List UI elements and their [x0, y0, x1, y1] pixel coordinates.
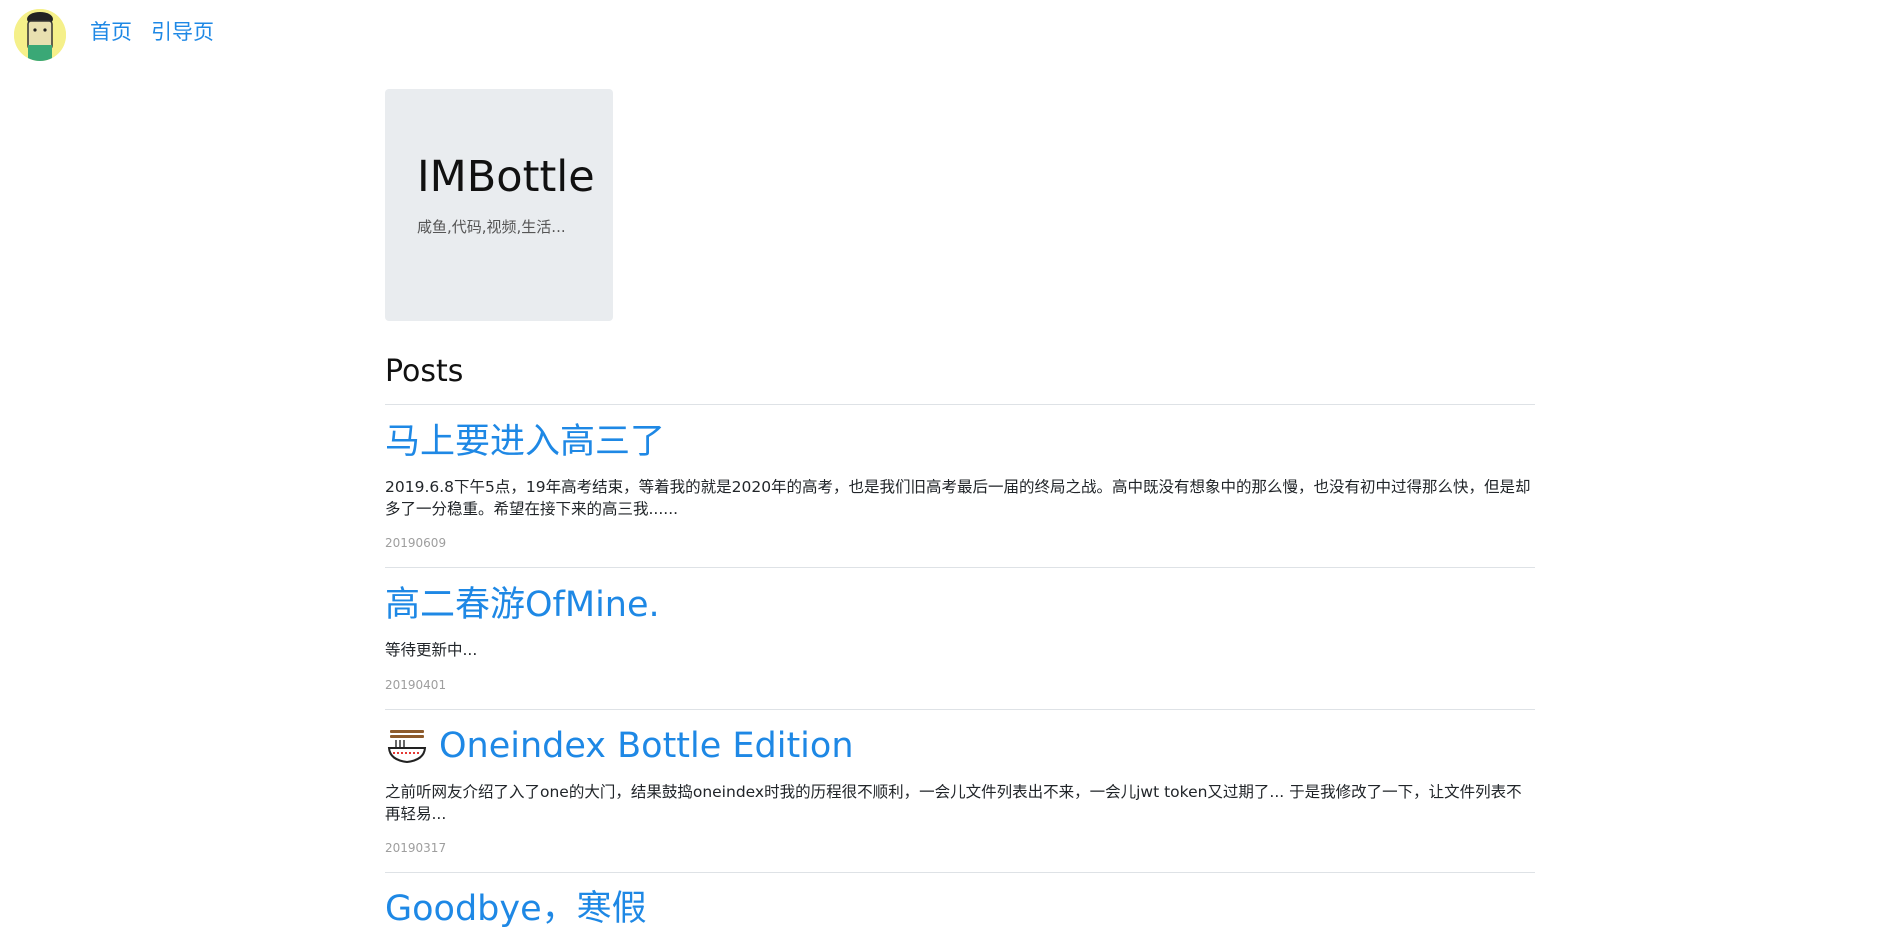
post-date: 20190609: [385, 536, 447, 550]
posts-heading: Posts: [385, 354, 464, 389]
divider: [385, 567, 1535, 568]
jumbotron: IMBottle 咸鱼,代码,视频,生活...: [385, 89, 613, 321]
nav-home-link[interactable]: 首页: [90, 18, 132, 46]
post-date: 20190317: [385, 841, 447, 855]
post-excerpt: 之前听网友介绍了入了one的大门，结果鼓捣oneindex时我的历程很不顺利，一…: [385, 783, 1522, 823]
nav-guide-link[interactable]: 引导页: [151, 18, 214, 46]
site-title: IMBottle: [417, 152, 595, 202]
divider: [385, 872, 1535, 873]
post-date: 20190401: [385, 678, 447, 692]
top-navbar: 首页 引导页: [0, 0, 1899, 70]
post-title-link[interactable]: Oneindex Bottle Edition: [439, 724, 854, 768]
avatar[interactable]: [14, 9, 66, 61]
divider: [385, 709, 1535, 710]
post-excerpt: 2019.6.8下午5点，19年高考结束，等着我的就是2020年的高考，也是我们…: [385, 478, 1531, 518]
post-title-link[interactable]: Goodbye，寒假: [385, 887, 647, 931]
noodle-bowl-icon: [387, 730, 427, 764]
post-title-link[interactable]: 马上要进入高三了: [385, 420, 665, 464]
divider: [385, 404, 1535, 405]
post-excerpt: 等待更新中...: [385, 641, 478, 659]
post-title-link[interactable]: 高二春游OfMine.: [385, 583, 660, 627]
site-subtitle: 咸鱼,代码,视频,生活...: [417, 218, 566, 236]
